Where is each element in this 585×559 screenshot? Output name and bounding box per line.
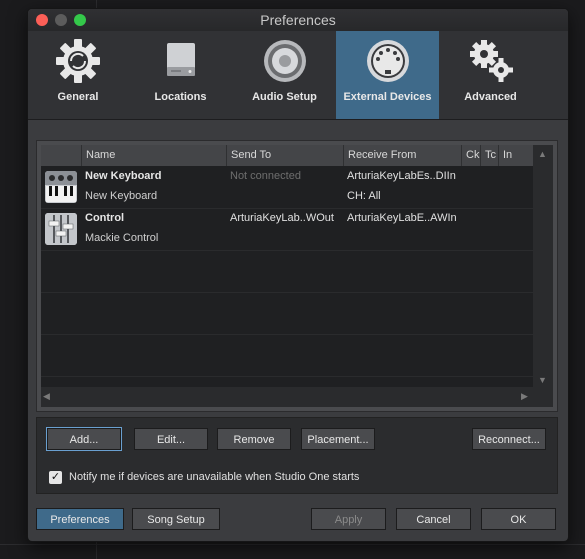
edit-device-button[interactable]: Edit... — [134, 428, 208, 450]
control-surface-icon — [45, 213, 77, 245]
device-actions-panel: Add... Edit... Remove Placement... Recon… — [36, 417, 558, 494]
table-row[interactable]: New Keyboard New Keyboard Not connected … — [41, 166, 533, 209]
tab-label: External Devices — [343, 91, 432, 103]
device-model: Mackie Control — [85, 232, 159, 244]
close-window-button[interactable] — [36, 14, 48, 26]
device-receive-from: ArturiaKeyLabEs..DIIn — [347, 170, 456, 182]
minimize-window-button[interactable] — [55, 14, 67, 26]
table-row[interactable]: Control Mackie Control ArturiaKeyLab..WO… — [41, 208, 533, 251]
column-header-icon — [41, 145, 81, 166]
song-setup-button[interactable]: Song Setup — [132, 508, 220, 530]
device-list-panel: Name Send To Receive From Ck Tc In New K… — [36, 140, 558, 412]
tab-audio-setup[interactable]: Audio Setup — [233, 31, 336, 119]
background-gridline — [0, 544, 585, 545]
device-receive-channel: CH: All — [347, 190, 381, 202]
scroll-right-arrow-icon[interactable]: ▶ — [521, 391, 528, 402]
scroll-up-arrow-icon[interactable]: ▲ — [538, 149, 547, 159]
column-header-clock[interactable]: Ck — [461, 145, 480, 166]
cancel-button[interactable]: Cancel — [396, 508, 471, 530]
ok-button[interactable]: OK — [481, 508, 556, 530]
notify-label: Notify me if devices are unavailable whe… — [69, 471, 360, 483]
device-receive-from: ArturiaKeyLabE..AWIn — [347, 212, 457, 224]
title-bar[interactable]: Preferences — [28, 9, 568, 31]
tab-external-devices[interactable]: External Devices — [336, 31, 439, 119]
device-send-to: Not connected — [230, 170, 301, 182]
placement-button[interactable]: Placement... — [301, 428, 375, 450]
preferences-window: Preferences General Locations Audio Setu… — [27, 8, 569, 542]
preferences-toolbar: General Locations Audio Setup External D… — [28, 31, 568, 120]
window-title: Preferences — [260, 12, 336, 28]
tab-label: Audio Setup — [252, 91, 317, 103]
empty-row — [41, 292, 533, 335]
add-device-button[interactable]: Add... — [46, 427, 122, 451]
column-header-timecode[interactable]: Tc — [480, 145, 498, 166]
remove-device-button[interactable]: Remove — [217, 428, 291, 450]
tab-general[interactable]: General — [28, 31, 128, 119]
keyboard-icon — [45, 171, 77, 203]
empty-row — [41, 334, 533, 377]
zoom-window-button[interactable] — [74, 14, 86, 26]
apply-button[interactable]: Apply — [311, 508, 386, 530]
table-header: Name Send To Receive From Ck Tc In — [41, 145, 533, 166]
speaker-icon — [263, 40, 306, 82]
horizontal-scrollbar[interactable]: ◀ ▶ — [41, 387, 533, 407]
gear-icon — [56, 39, 100, 83]
reconnect-button[interactable]: Reconnect... — [472, 428, 546, 450]
notify-checkbox[interactable]: ✓ — [49, 471, 62, 484]
device-model: New Keyboard — [85, 190, 158, 202]
gears-icon — [469, 40, 513, 82]
vertical-scrollbar[interactable]: ▲ ▼ — [533, 145, 553, 407]
drive-icon — [166, 43, 195, 76]
scroll-left-arrow-icon[interactable]: ◀ — [43, 391, 50, 402]
empty-row — [41, 250, 533, 293]
midi-connector-icon — [366, 40, 409, 82]
device-send-to: ArturiaKeyLab..WOut — [230, 212, 334, 224]
column-header-instrument[interactable]: In — [498, 145, 533, 166]
column-header-receive-from[interactable]: Receive From — [343, 145, 461, 166]
tab-advanced[interactable]: Advanced — [439, 31, 542, 119]
column-header-send-to[interactable]: Send To — [226, 145, 343, 166]
device-name: Control — [85, 212, 125, 224]
device-name: New Keyboard — [85, 170, 162, 182]
preferences-button[interactable]: Preferences — [36, 508, 124, 530]
tab-label: Advanced — [464, 91, 517, 103]
column-header-name[interactable]: Name — [81, 145, 226, 166]
device-table: Name Send To Receive From Ck Tc In New K… — [41, 145, 533, 407]
tab-label: Locations — [154, 91, 207, 103]
scroll-down-arrow-icon[interactable]: ▼ — [538, 375, 547, 385]
tab-label: General — [57, 91, 99, 103]
tab-locations[interactable]: Locations — [128, 31, 233, 119]
